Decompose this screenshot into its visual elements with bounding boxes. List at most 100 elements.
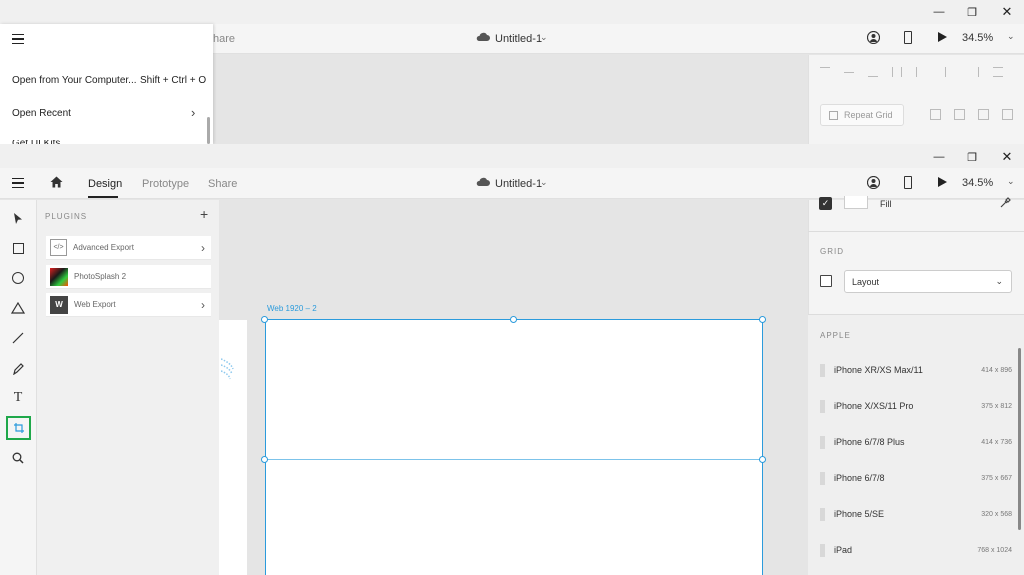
tab-design[interactable]: Design xyxy=(88,178,122,190)
exclude-boolean-icon[interactable] xyxy=(1002,109,1013,120)
plugin-advanced-export[interactable]: </> Advanced Export › xyxy=(46,236,211,260)
rectangle-tool-icon[interactable] xyxy=(7,237,29,259)
plugins-header: PLUGINS xyxy=(45,212,88,221)
chevron-down-icon[interactable]: ⌄ xyxy=(540,177,548,188)
inspector-scrollbar[interactable] xyxy=(1018,348,1021,530)
device-preset-row[interactable]: iPhone XR/XS Max/11 414 x 896 xyxy=(808,360,1024,380)
device-preset-row[interactable]: iPhone 6/7/8 Plus 414 x 736 xyxy=(808,432,1024,452)
fill-swatch[interactable] xyxy=(844,196,868,209)
line-tool-icon[interactable] xyxy=(7,327,29,349)
align-top-icon[interactable] xyxy=(820,67,830,77)
hamburger-menu-icon-top[interactable] xyxy=(12,34,24,44)
device-size: 414 x 736 xyxy=(981,438,1012,446)
subtract-boolean-icon[interactable] xyxy=(954,109,965,120)
artboard-label[interactable]: Web 1920 – 2 xyxy=(267,304,317,313)
plugin-photosplash[interactable]: PhotoSplash 2 xyxy=(46,265,211,289)
artboard-midline xyxy=(265,459,763,460)
artboard-previous-graphic xyxy=(220,355,235,385)
align-bottom-icon[interactable] xyxy=(868,67,878,77)
polygon-tool-icon[interactable] xyxy=(7,297,29,319)
doc-title[interactable]: Untitled-1 xyxy=(495,178,542,190)
menu-open-recent[interactable]: Open Recent xyxy=(12,108,71,119)
grid-checkbox[interactable] xyxy=(820,275,832,287)
device-bar xyxy=(820,507,825,521)
home-icon[interactable] xyxy=(50,176,63,191)
select-tool-icon[interactable] xyxy=(7,207,29,229)
intersect-boolean-icon[interactable] xyxy=(978,109,989,120)
menu-scrollbar[interactable] xyxy=(207,117,210,144)
zoom-level[interactable]: 34.5% xyxy=(962,177,993,189)
zoom-chevron-icon[interactable]: ⌄ xyxy=(1007,176,1015,187)
chevron-down-icon[interactable]: ⌄ xyxy=(540,32,548,43)
plugin-name: PhotoSplash 2 xyxy=(74,272,127,281)
tab-prototype[interactable]: Prototype xyxy=(142,178,189,190)
zoom-level-top[interactable]: 34.5% xyxy=(962,32,993,44)
align-left-icon[interactable] xyxy=(916,67,926,77)
device-preset-row[interactable]: iPhone X/XS/11 Pro 375 x 812 xyxy=(808,396,1024,416)
pen-tool-icon[interactable] xyxy=(7,357,29,379)
chevron-down-icon: ⌄ xyxy=(995,276,1003,286)
minimize-button-top[interactable]: — xyxy=(924,1,954,23)
device-preset-row[interactable]: iPhone 6/7/8 375 x 667 xyxy=(808,468,1024,488)
play-icon[interactable] xyxy=(938,177,947,187)
close-button[interactable]: ✕ xyxy=(992,146,1022,168)
align-right-icon[interactable] xyxy=(969,67,979,77)
device-bar xyxy=(820,471,825,485)
play-icon[interactable] xyxy=(938,32,947,42)
repeat-grid-button[interactable]: Repeat Grid xyxy=(820,104,904,126)
mobile-preview-icon[interactable] xyxy=(904,176,912,189)
add-boolean-icon[interactable] xyxy=(930,109,941,120)
ellipse-tool-icon[interactable] xyxy=(7,267,29,289)
plugin-web-export[interactable]: W Web Export › xyxy=(46,293,211,317)
grid-type-select[interactable]: Layout ⌄ xyxy=(844,270,1012,293)
align-center-icon[interactable] xyxy=(945,67,955,77)
cloud-icon xyxy=(476,32,490,45)
resize-handle-mr[interactable] xyxy=(759,456,766,463)
device-size: 414 x 896 xyxy=(981,366,1012,374)
minimize-button[interactable]: — xyxy=(924,146,954,168)
resize-handle-tr[interactable] xyxy=(759,316,766,323)
resize-handle-tc[interactable] xyxy=(510,316,517,323)
zoom-tool-icon[interactable] xyxy=(7,447,29,469)
text-tool-icon[interactable]: T xyxy=(7,387,29,409)
photosplash-icon xyxy=(50,267,68,286)
add-plugin-button[interactable]: + xyxy=(200,206,208,222)
restore-button[interactable]: ❐ xyxy=(957,146,987,168)
web-export-icon: W xyxy=(50,295,68,314)
close-button-top[interactable]: ✕ xyxy=(992,1,1022,23)
align-middle-icon[interactable] xyxy=(844,72,854,82)
repeat-grid-label: Repeat Grid xyxy=(844,110,893,120)
hamburger-menu-icon[interactable] xyxy=(12,178,24,188)
cloud-icon xyxy=(476,177,490,190)
menu-open-shortcut: Shift + Ctrl + O xyxy=(140,75,207,86)
user-icon[interactable] xyxy=(866,175,881,192)
resize-handle-ml[interactable] xyxy=(261,456,268,463)
grid-type-value: Layout xyxy=(852,276,880,287)
device-size: 375 x 667 xyxy=(981,474,1012,482)
restore-button-top[interactable]: ❐ xyxy=(957,1,987,23)
doc-title-top[interactable]: Untitled-1 xyxy=(495,33,542,45)
device-preset-row[interactable]: iPad 768 x 1024 xyxy=(808,540,1024,560)
artboard-web-1920-2[interactable] xyxy=(265,319,763,575)
device-preset-row[interactable]: iPhone 5/SE 320 x 568 xyxy=(808,504,1024,524)
menu-open-from-computer[interactable]: Open from Your Computer... xyxy=(12,75,137,86)
chevron-right-icon: › xyxy=(191,105,196,120)
main-window-titlebar xyxy=(0,144,1024,168)
resize-handle-tl[interactable] xyxy=(261,316,268,323)
share-tab-partial[interactable]: hare xyxy=(213,33,235,45)
device-bar xyxy=(820,399,825,413)
user-icon[interactable] xyxy=(866,30,881,47)
zoom-chevron-icon[interactable]: ⌄ xyxy=(1007,31,1015,42)
mobile-preview-icon[interactable] xyxy=(904,31,912,44)
chevron-right-icon: › xyxy=(201,297,205,312)
repeat-grid-icon xyxy=(829,110,838,120)
tab-share[interactable]: Share xyxy=(208,178,237,190)
distribute-v-icon[interactable] xyxy=(892,67,902,77)
distribute-h-icon[interactable] xyxy=(993,67,1003,77)
artboard-tool-icon[interactable] xyxy=(6,416,31,440)
fill-checkbox[interactable]: ✓ xyxy=(819,197,832,210)
advanced-export-icon: </> xyxy=(50,239,67,256)
chevron-right-icon: › xyxy=(201,240,205,255)
eyedropper-icon[interactable] xyxy=(1000,197,1011,211)
plugin-name: Advanced Export xyxy=(73,243,134,252)
